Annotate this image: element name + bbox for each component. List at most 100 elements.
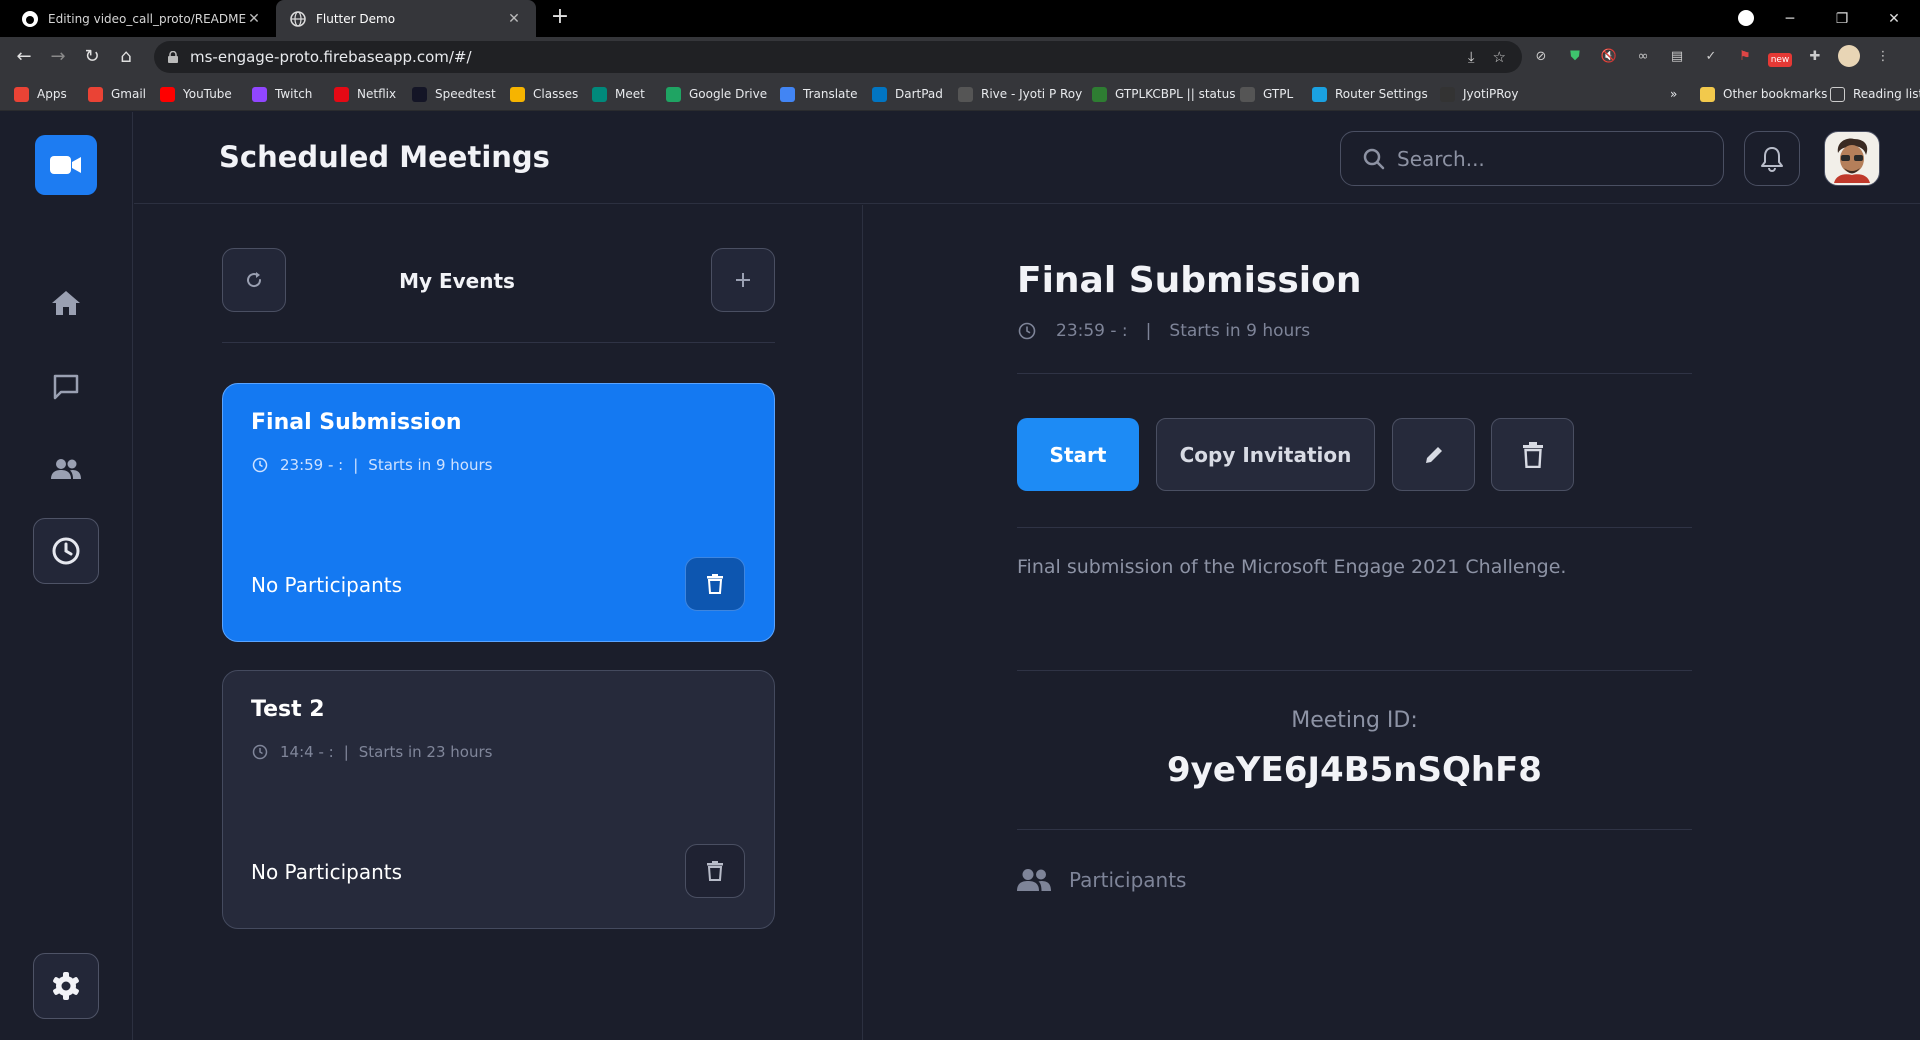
bookmarks-overflow[interactable]: » [1670,85,1677,103]
event-time: 23:59 - : [280,456,344,474]
event-participants: No Participants [251,860,403,884]
bookmark-item[interactable]: DartPad [872,85,943,103]
event-time: 14:4 - : [280,743,334,761]
sidebar-item-home[interactable] [33,270,99,336]
bookmark-label: JyotiPRoy [1463,87,1519,101]
bookmark-item[interactable]: Gmail [88,85,146,103]
close-icon[interactable]: ✕ [506,11,522,27]
bookmark-label: DartPad [895,87,943,101]
browser-toolbar: ← → ↻ ⌂ ms-engage-proto.firebaseapp.com/… [0,37,1920,77]
bookmark-item[interactable]: Classes [510,85,578,103]
reading-list-label: Reading list [1853,87,1920,101]
user-avatar[interactable] [1824,131,1880,186]
event-card-test-2[interactable]: Test 2 14:4 - : | Starts in 23 hours No … [222,670,775,929]
gtpl-icon [1240,86,1255,102]
new-extension-badge[interactable]: new [1768,53,1792,67]
sidebar-item-people[interactable] [33,436,99,502]
bookmark-label: YouTube [183,87,232,101]
mute-extension-icon[interactable]: 🔇 [1598,45,1620,67]
tab-title: Flutter Demo [316,11,396,26]
classroom-icon [510,86,525,102]
other-bookmarks-label: Other bookmarks [1723,87,1828,101]
menu-kebab-icon[interactable]: ⋮ [1872,45,1894,67]
check-extension-icon[interactable]: ✓ [1700,45,1722,67]
home-icon [52,291,80,315]
search-field[interactable] [1340,131,1724,186]
app-header: Scheduled Meetings [134,112,1920,204]
page-title: Scheduled Meetings [219,140,550,174]
bookmark-item[interactable]: Twitch [252,85,312,103]
minimize-icon[interactable]: ─ [1764,11,1816,27]
add-event-button[interactable] [711,248,775,312]
copy-invitation-button[interactable]: Copy Invitation [1156,418,1375,491]
settings-button[interactable] [33,953,99,1019]
tab-search-icon[interactable] [1738,10,1754,26]
reading-list[interactable]: Reading list [1830,85,1920,103]
pencil-icon [1425,444,1444,463]
bookmark-item[interactable]: Google Drive [666,85,767,103]
sidebar [0,112,133,1040]
reload-icon[interactable]: ↻ [80,45,104,69]
clock-icon [252,457,268,473]
address-bar[interactable]: ms-engage-proto.firebaseapp.com/#/ ⤓ ☆ [154,41,1522,73]
bookmark-item[interactable]: Meet [592,85,645,103]
bookmark-item[interactable]: Netflix [334,85,396,103]
lock-icon[interactable] [168,51,178,63]
block-extension-icon[interactable]: ⊘ [1530,45,1552,67]
new-tab-button[interactable]: + [548,6,572,30]
tab-flutter-demo[interactable]: Flutter Demo ✕ [276,0,536,37]
speedtest-icon [412,86,427,102]
gmail-icon [88,86,103,102]
forward-icon[interactable]: → [46,45,70,69]
home-icon[interactable]: ⌂ [114,45,138,69]
notifications-button[interactable] [1744,131,1800,186]
start-meeting-button[interactable]: Start [1017,418,1139,491]
bookmark-item[interactable]: JyotiPRoy [1440,85,1519,103]
shield-extension-icon[interactable]: ⛊ [1564,45,1586,67]
bookmark-item[interactable]: Apps [14,85,67,103]
delete-meeting-button[interactable] [1491,418,1574,491]
event-card-final-submission[interactable]: Final Submission 23:59 - : | Starts in 9… [222,383,775,642]
bookmark-label: Classes [533,87,579,101]
translate-icon [780,86,795,102]
flag-extension-icon[interactable]: ⚑ [1734,45,1756,67]
sidebar-item-chat[interactable] [33,354,99,420]
bookmark-item[interactable]: GTPLKCBPL || status [1092,85,1235,103]
bookmark-item[interactable]: GTPL [1240,85,1293,103]
sidebar-item-schedule[interactable] [33,518,99,584]
bookmark-item[interactable]: YouTube [160,85,232,103]
bookmark-item[interactable]: Rive - Jyoti P Roy [958,85,1082,103]
close-icon[interactable]: ✕ [246,11,262,27]
back-icon[interactable]: ← [12,45,36,69]
clock-icon [52,537,80,565]
install-icon[interactable]: ⤓ [1468,48,1475,66]
bookmark-star-icon[interactable]: ☆ [1493,48,1506,66]
edit-meeting-button[interactable] [1392,418,1475,491]
tab-title: Editing video_call_proto/README.md [48,11,246,26]
divider [1017,829,1692,830]
divider [222,342,775,343]
search-input[interactable] [1397,146,1697,171]
video-camera-logo[interactable] [35,135,97,195]
close-window-icon[interactable]: ✕ [1868,11,1920,27]
delete-event-button[interactable] [685,844,745,898]
bell-icon [1761,146,1783,172]
puzzle-extensions-icon[interactable]: ✚ [1804,45,1826,67]
bookmark-item[interactable]: Router Settings [1312,85,1428,103]
bookmark-label: Speedtest [435,87,496,101]
event-meta: 23:59 - : | Starts in 9 hours [252,456,492,474]
clipboard-extension-icon[interactable]: ▤ [1666,45,1688,67]
twitch-icon [252,86,267,102]
bookmark-item[interactable]: Translate [780,85,858,103]
tab-readme[interactable]: Editing video_call_proto/README.md ✕ [8,0,276,37]
meeting-id-label: Meeting ID: [1291,708,1418,733]
other-bookmarks[interactable]: Other bookmarks [1700,85,1827,103]
restore-icon[interactable]: ❐ [1816,11,1868,27]
bookmark-item[interactable]: Speedtest [412,85,496,103]
delete-event-button[interactable] [685,557,745,611]
bookmark-label: Google Drive [689,87,768,101]
drive-icon [666,86,681,102]
event-participants: No Participants [251,573,403,597]
profile-avatar-icon[interactable] [1838,45,1860,67]
glasses-extension-icon[interactable]: ∞ [1632,45,1654,67]
